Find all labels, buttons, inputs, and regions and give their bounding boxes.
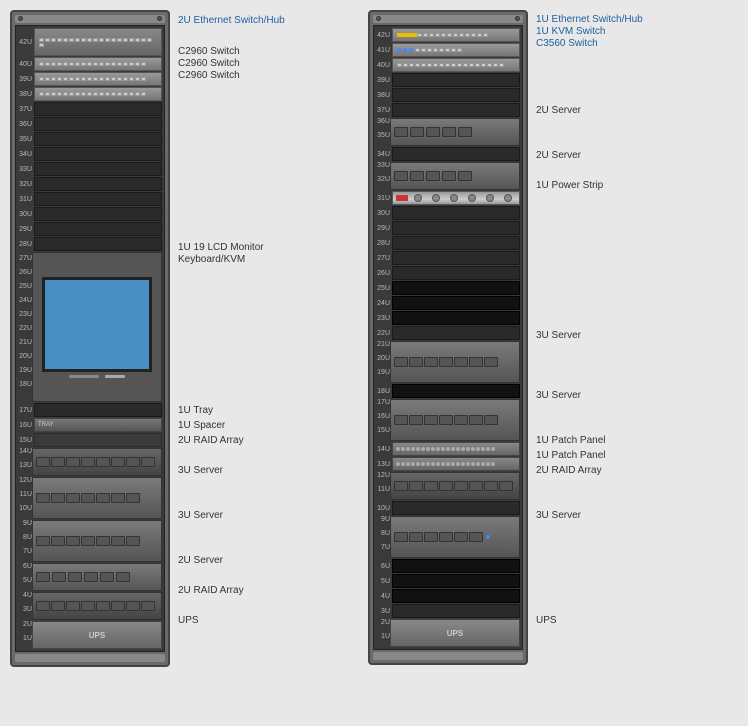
right-rack-section: 42U 41U xyxy=(368,10,706,665)
label-power-strip: 1U Power Strip xyxy=(536,179,603,193)
label-patch-panel-2: 1U Patch Panel xyxy=(536,449,606,463)
rack-right-inner: 42U 41U xyxy=(373,25,523,650)
label-right-raid: 2U RAID Array xyxy=(536,464,602,478)
rack-left-inner: 42U 40U xyxy=(15,25,165,652)
label-tray: 1U Tray xyxy=(178,404,213,418)
label-right-server-5: 3U Server xyxy=(536,509,581,523)
right-rack-labels: 1U Ethernet Switch/Hub 1U KVM Switch C35… xyxy=(536,10,706,644)
label-left-raid-1: 2U RAID Array xyxy=(178,434,244,448)
right-ups: UPS xyxy=(390,619,520,647)
label-lcd-monitor: 1U 19 LCD Monitor Keyboard/KVM xyxy=(178,242,264,266)
diagram-container: 42U 40U xyxy=(10,10,738,667)
label-c2960-switches: C2960 Switch C2960 Switch C2960 Switch xyxy=(178,46,240,82)
label-right-server-2: 2U Server xyxy=(536,149,581,163)
label-left-server-3: 2U Server xyxy=(178,554,223,568)
rack-right: 42U 41U xyxy=(368,10,528,665)
label-spacer: 1U Spacer xyxy=(178,419,225,433)
label-left-raid-2: 2U RAID Array xyxy=(178,584,244,598)
label-right-server-1: 2U Server xyxy=(536,104,581,118)
label-left-server-2: 3U Server xyxy=(178,509,223,523)
left-rack-labels: 2U Ethernet Switch/Hub C2960 Switch C296… xyxy=(178,10,348,644)
label-right-server-3: 3U Server xyxy=(536,329,581,343)
label-patch-panel-1: 1U Patch Panel xyxy=(536,434,606,448)
left-rack-section: 42U 40U xyxy=(10,10,348,667)
label-2u-ethernet-switch: 2U Ethernet Switch/Hub xyxy=(178,14,285,28)
label-left-server-1: 3U Server xyxy=(178,464,223,478)
label-right-server-4: 3U Server xyxy=(536,389,581,403)
label-right-ups: UPS xyxy=(536,614,557,628)
left-ups: UPS xyxy=(32,621,162,649)
label-left-ups: UPS xyxy=(178,614,199,628)
label-right-switches: 1U Ethernet Switch/Hub 1U KVM Switch C35… xyxy=(536,14,643,50)
rack-left: 42U 40U xyxy=(10,10,170,667)
